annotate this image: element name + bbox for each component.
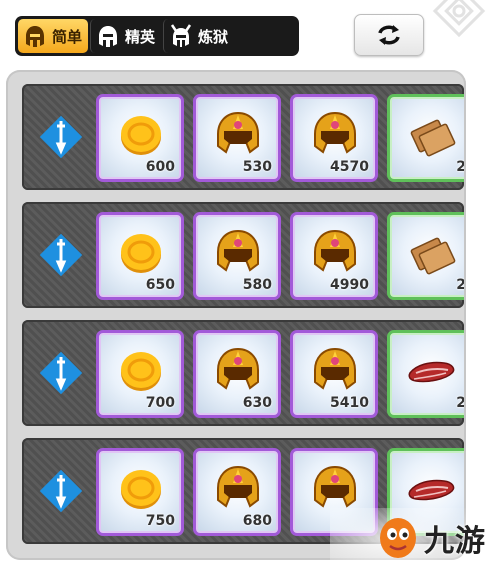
tab-easy[interactable]: 简单: [18, 19, 89, 53]
item-quantity: 750: [145, 513, 175, 529]
helmet-icon: [26, 26, 44, 47]
item-quantity: 530: [242, 159, 272, 175]
reward-slot[interactable]: 580: [193, 212, 281, 300]
reward-slot[interactable]: 2: [387, 330, 464, 418]
item-quantity: 2: [456, 277, 464, 293]
meat-icon: [408, 361, 455, 383]
item-quantity: 4990: [330, 277, 369, 293]
reward-panel: 600 530 4570 2 650 580 4990 2 700 630 54…: [6, 70, 466, 560]
reward-row: 700 630 5410 2: [22, 320, 464, 426]
reward-slot[interactable]: 4990: [290, 212, 378, 300]
refresh-button[interactable]: [354, 14, 424, 56]
gold-coin-icon: [121, 116, 161, 155]
crackers-icon: [410, 237, 456, 275]
item-quantity: 5410: [330, 395, 369, 411]
gold-helmet-icon: [314, 111, 356, 154]
item-quantity: 4570: [330, 159, 369, 175]
reward-slot[interactable]: 650: [96, 212, 184, 300]
reward-slot[interactable]: 2: [387, 94, 464, 182]
sword-diamond-icon: [39, 115, 83, 159]
reward-slot[interactable]: 600: [96, 94, 184, 182]
reward-slot[interactable]: 630: [193, 330, 281, 418]
tab-label: 简单: [52, 27, 83, 46]
reward-slot[interactable]: 2: [387, 212, 464, 300]
item-quantity: 630: [242, 395, 272, 411]
gold-helmet-icon: [314, 347, 356, 390]
gold-coin-icon: [121, 470, 161, 509]
item-quantity: 2: [456, 159, 464, 175]
tab-purgatory[interactable]: 炼狱: [163, 19, 234, 53]
reward-slot[interactable]: 700: [96, 330, 184, 418]
tab-label: 炼狱: [198, 27, 229, 46]
gold-helmet-icon: [217, 347, 259, 390]
gold-coin-icon: [121, 234, 161, 273]
reward-slot[interactable]: 5410: [290, 330, 378, 418]
sword-diamond-icon: [39, 233, 83, 277]
refresh-icon: [378, 25, 400, 45]
tab-label: 精英: [125, 27, 156, 46]
reward-slot[interactable]: 530: [193, 94, 281, 182]
corner-ornament: [432, 0, 486, 38]
difficulty-tabs: 简单 精英 炼狱: [15, 16, 299, 56]
item-quantity: 680: [242, 513, 272, 529]
watermark-text: 九游: [424, 524, 486, 559]
tab-elite[interactable]: 精英: [90, 19, 161, 53]
crackers-icon: [410, 119, 456, 157]
gold-helmet-icon: [217, 465, 259, 508]
reward-row: 600 530 4570 2: [22, 84, 464, 190]
gold-helmet-icon: [217, 229, 259, 272]
horned-helmet-icon: [170, 24, 192, 47]
gold-helmet-icon: [217, 111, 259, 154]
reward-list[interactable]: 600 530 4570 2 650 580 4990 2 700 630 54…: [22, 84, 464, 554]
item-quantity: 580: [242, 277, 272, 293]
reward-row: 650 580 4990 2: [22, 202, 464, 308]
reward-slot[interactable]: 4570: [290, 94, 378, 182]
item-quantity: 650: [145, 277, 175, 293]
sword-diamond-icon: [39, 351, 83, 395]
gold-coin-icon: [121, 352, 161, 391]
sword-diamond-icon: [39, 469, 83, 513]
item-quantity: 600: [145, 159, 175, 175]
item-quantity: 700: [145, 395, 175, 411]
helmet-icon: [99, 26, 118, 47]
reward-slot[interactable]: 750: [96, 448, 184, 536]
reward-slot[interactable]: 680: [193, 448, 281, 536]
gold-helmet-icon: [314, 229, 356, 272]
item-quantity: 2: [456, 395, 464, 411]
